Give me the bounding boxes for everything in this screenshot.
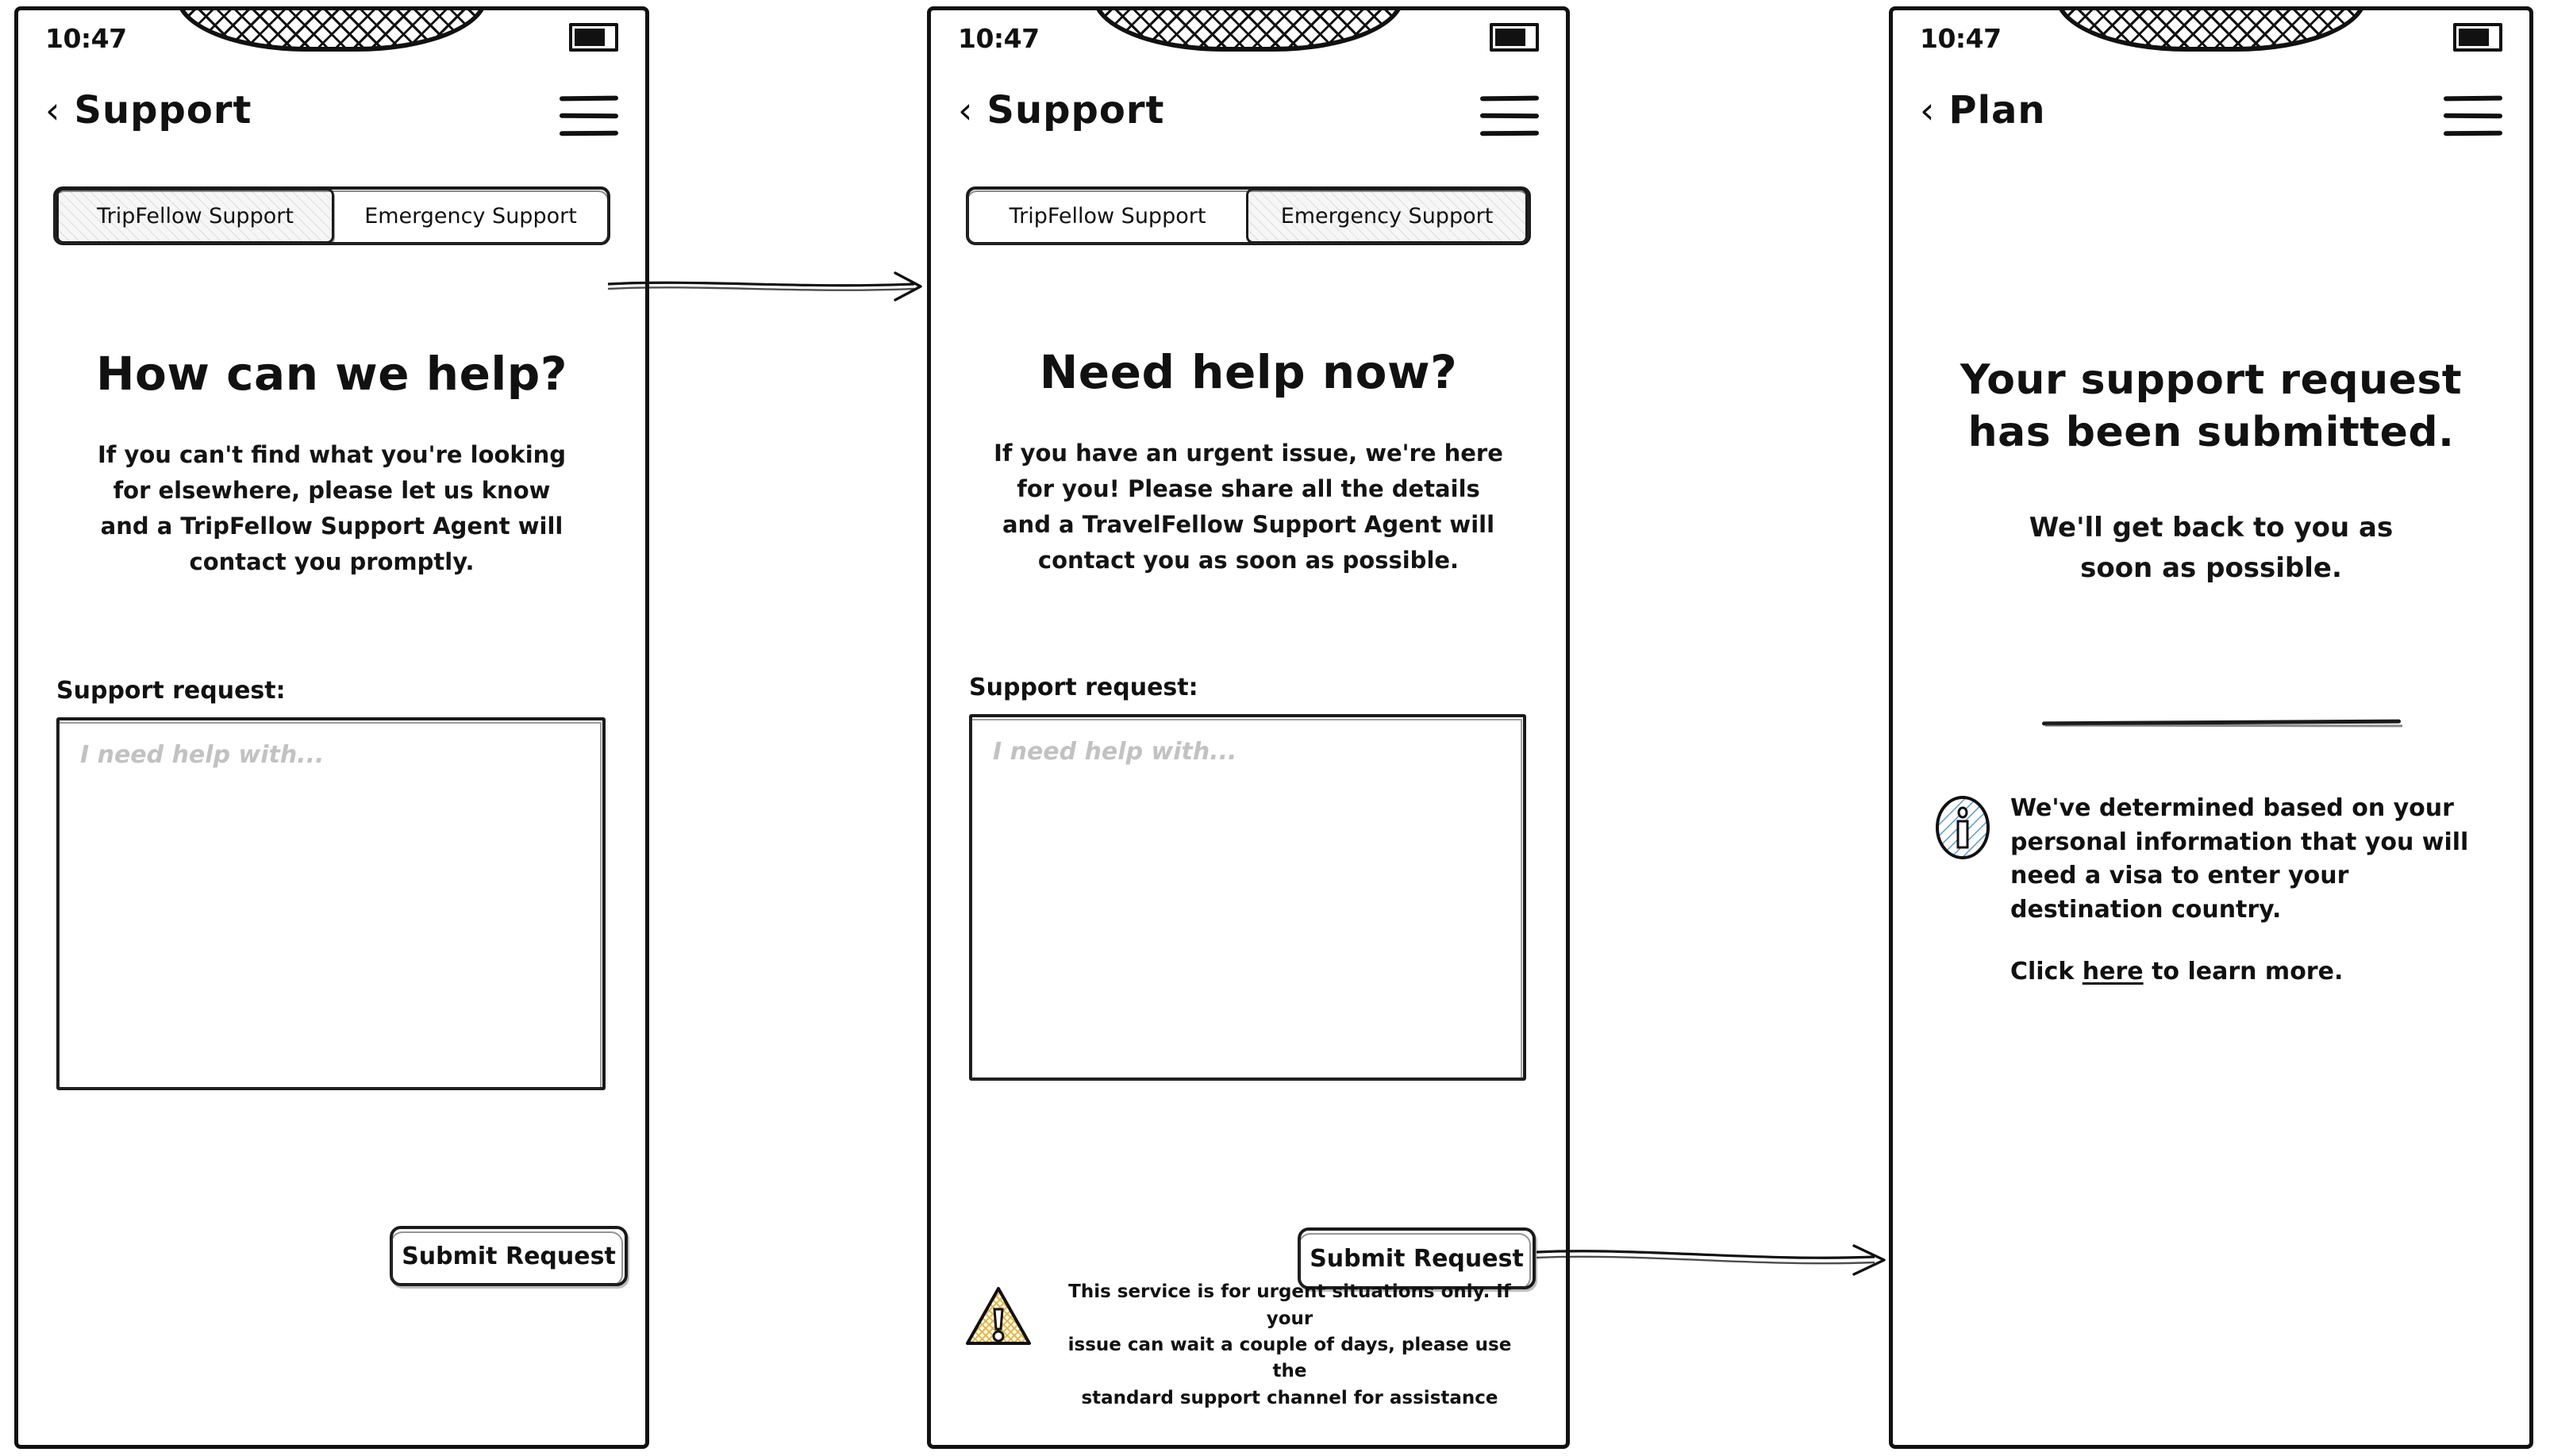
- body-line: and a TripFellow Support Agent will: [100, 513, 563, 540]
- warning-triangle-icon: [964, 1285, 1033, 1347]
- visa-info-note: We've determined based on your personal …: [1934, 792, 2493, 989]
- status-bar: 10:47: [1893, 10, 2529, 72]
- chevron-left-icon[interactable]: ‹: [958, 92, 972, 129]
- battery-icon: [2453, 23, 2502, 52]
- learn-more-link[interactable]: here: [2083, 958, 2144, 985]
- body-line: for elsewhere, please let us know: [113, 477, 551, 505]
- confirmation-heading: Your support request has been submitted.: [1929, 355, 2493, 459]
- support-request-input[interactable]: I need help with...: [56, 717, 606, 1091]
- learn-more-suffix: to learn more.: [2143, 958, 2344, 986]
- body-line: If you can't find what you're looking: [97, 441, 567, 469]
- screen-body-text: If you have an urgent issue, we're here …: [967, 436, 1529, 578]
- info-circle-icon: [1934, 795, 1991, 860]
- hamburger-menu-icon[interactable]: [559, 95, 619, 137]
- tab-label: TripFellow Support: [97, 203, 294, 229]
- battery-icon: [1490, 23, 1539, 52]
- warning-line: This service is for urgent situations on…: [1068, 1281, 1511, 1329]
- status-time: 10:47: [1920, 23, 2002, 54]
- support-type-tabs: TripFellow Support Emergency Support: [966, 186, 1531, 245]
- heading-line: has been submitted.: [1967, 408, 2455, 456]
- body-line: contact you promptly.: [189, 548, 475, 576]
- info-line: destination country.: [2010, 895, 2282, 924]
- status-bar: 10:47: [18, 10, 645, 72]
- tab-label: Emergency Support: [364, 203, 577, 229]
- body-line: and a TravelFellow Support Agent will: [1002, 511, 1495, 539]
- phone-screen-support-emergency: 10:47 ‹ Support TripFellow Support Emerg…: [927, 6, 1570, 1449]
- support-request-placeholder: I need help with...: [80, 741, 325, 770]
- nav-bar: ‹ Plan: [1893, 72, 2529, 159]
- support-request-placeholder: I need help with...: [993, 738, 1237, 766]
- battery-icon: [569, 23, 618, 52]
- screen-heading: Need help now?: [1039, 345, 1458, 399]
- page-title: Plan: [1948, 88, 2046, 133]
- warning-line: issue can wait a couple of days, please …: [1067, 1334, 1512, 1382]
- tab-tripfellow-support[interactable]: TripFellow Support: [969, 190, 1246, 242]
- phone-screen-support-tripfellow: 10:47 ‹ Support TripFellow Support Emerg…: [14, 6, 649, 1449]
- info-line: personal information that you will: [2010, 828, 2469, 856]
- warning-text: This service is for urgent situations on…: [1048, 1279, 1536, 1412]
- learn-more-prefix: Click: [2010, 958, 2083, 986]
- support-request-label: Support request:: [56, 677, 286, 705]
- wireframe-canvas: 10:47 ‹ Support TripFellow Support Emerg…: [0, 0, 2573, 1456]
- arrow-submit-to-confirmation: [1536, 1244, 1886, 1276]
- emergency-warning-note: This service is for urgent situations on…: [964, 1279, 1536, 1412]
- section-divider: [2041, 719, 2402, 726]
- visa-info-text: We've determined based on your personal …: [2010, 792, 2493, 989]
- tab-label: TripFellow Support: [1009, 203, 1206, 229]
- arrow-tab-to-emergency: [607, 271, 922, 302]
- support-request-label: Support request:: [969, 674, 1198, 702]
- tab-emergency-support[interactable]: Emergency Support: [334, 190, 607, 242]
- tab-tripfellow-support[interactable]: TripFellow Support: [56, 188, 334, 244]
- back-nav-group[interactable]: ‹ Plan: [1920, 90, 2046, 132]
- heading-line: Your support request: [1960, 356, 2463, 404]
- learn-more-line: Click here to learn more.: [2010, 955, 2493, 989]
- subtext-line: soon as possible.: [2080, 552, 2342, 585]
- back-nav-group[interactable]: ‹ Support: [45, 90, 252, 132]
- body-line: for you! Please share all the details: [1017, 475, 1480, 503]
- screen-body-text: If you can't find what you're looking fo…: [63, 437, 601, 580]
- support-request-input[interactable]: I need help with...: [969, 714, 1526, 1081]
- submit-request-label: Submit Request: [1310, 1244, 1524, 1273]
- hamburger-menu-icon[interactable]: [2443, 95, 2503, 137]
- submit-request-label: Submit Request: [402, 1242, 616, 1270]
- info-line: need a visa to enter your: [2010, 862, 2349, 890]
- back-nav-group[interactable]: ‹ Support: [958, 90, 1164, 132]
- status-time: 10:47: [45, 23, 127, 54]
- nav-bar: ‹ Support: [931, 72, 1566, 159]
- confirmation-subtext: We'll get back to you as soon as possibl…: [1937, 508, 2485, 589]
- chevron-left-icon[interactable]: ‹: [45, 92, 60, 129]
- page-title: Support: [987, 88, 1165, 133]
- tab-label: Emergency Support: [1280, 203, 1494, 229]
- warning-line: standard support channel for assistance: [1081, 1387, 1498, 1408]
- subtext-line: We'll get back to you as: [2029, 512, 2394, 544]
- page-title: Support: [74, 88, 252, 133]
- notch-speaker-icon: [176, 10, 487, 52]
- support-type-tabs: TripFellow Support Emergency Support: [53, 186, 610, 245]
- status-time: 10:47: [958, 23, 1040, 54]
- body-line: contact you as soon as possible.: [1037, 547, 1460, 574]
- hamburger-menu-icon[interactable]: [1479, 95, 1540, 137]
- nav-bar: ‹ Support: [18, 72, 645, 159]
- submit-request-button[interactable]: Submit Request: [390, 1226, 628, 1286]
- tab-emergency-support[interactable]: Emergency Support: [1246, 188, 1528, 244]
- chevron-left-icon[interactable]: ‹: [1920, 92, 1934, 129]
- phone-screen-plan-confirmation: 10:47 ‹ Plan Your support request has be…: [1889, 6, 2533, 1449]
- status-bar: 10:47: [931, 10, 1566, 72]
- screen-heading: How can we help?: [96, 347, 567, 401]
- body-line: If you have an urgent issue, we're here: [994, 440, 1503, 467]
- info-line: We've determined based on your: [2010, 794, 2454, 822]
- notch-speaker-icon: [1093, 10, 1404, 52]
- notch-speaker-icon: [2056, 10, 2367, 52]
